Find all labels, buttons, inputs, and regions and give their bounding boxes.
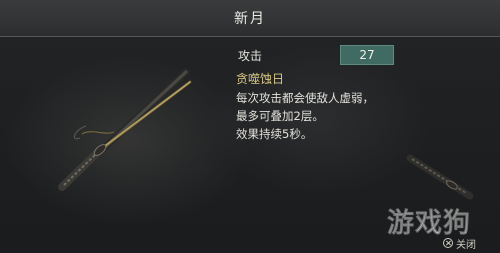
skill-line: 每次攻击都会使敌人虚弱， <box>236 91 374 105</box>
katana-icon <box>58 68 192 191</box>
close-button[interactable]: 关闭 <box>443 236 476 251</box>
svg-text:游戏狗: 游戏狗 <box>387 208 471 239</box>
title-bar: 新月 <box>0 0 500 37</box>
weapon-title: 新月 <box>234 11 266 27</box>
skill-description: 贪噬蚀日 每次攻击都会使敌人虚弱， 最多可叠加2层。 效果持续5秒。 <box>236 70 436 143</box>
attack-value: 27 <box>359 48 375 62</box>
weapon-detail-screen: 新月 攻击 27 贪噬蚀日 每次攻击都会使敌人虚弱， 最多可叠加2层。 效果持续… <box>0 0 500 253</box>
cross-button-icon <box>443 238 453 248</box>
skill-name: 贪噬蚀日 <box>236 72 285 86</box>
attack-stat-row: 攻击 27 <box>232 45 394 65</box>
close-label: 关闭 <box>456 239 476 251</box>
skill-line: 效果持续5秒。 <box>236 127 313 141</box>
skill-line: 最多可叠加2层。 <box>236 109 324 123</box>
katana-hilt-icon <box>406 154 474 200</box>
attack-label: 攻击 <box>238 49 263 63</box>
attack-value-box: 27 <box>340 45 394 65</box>
